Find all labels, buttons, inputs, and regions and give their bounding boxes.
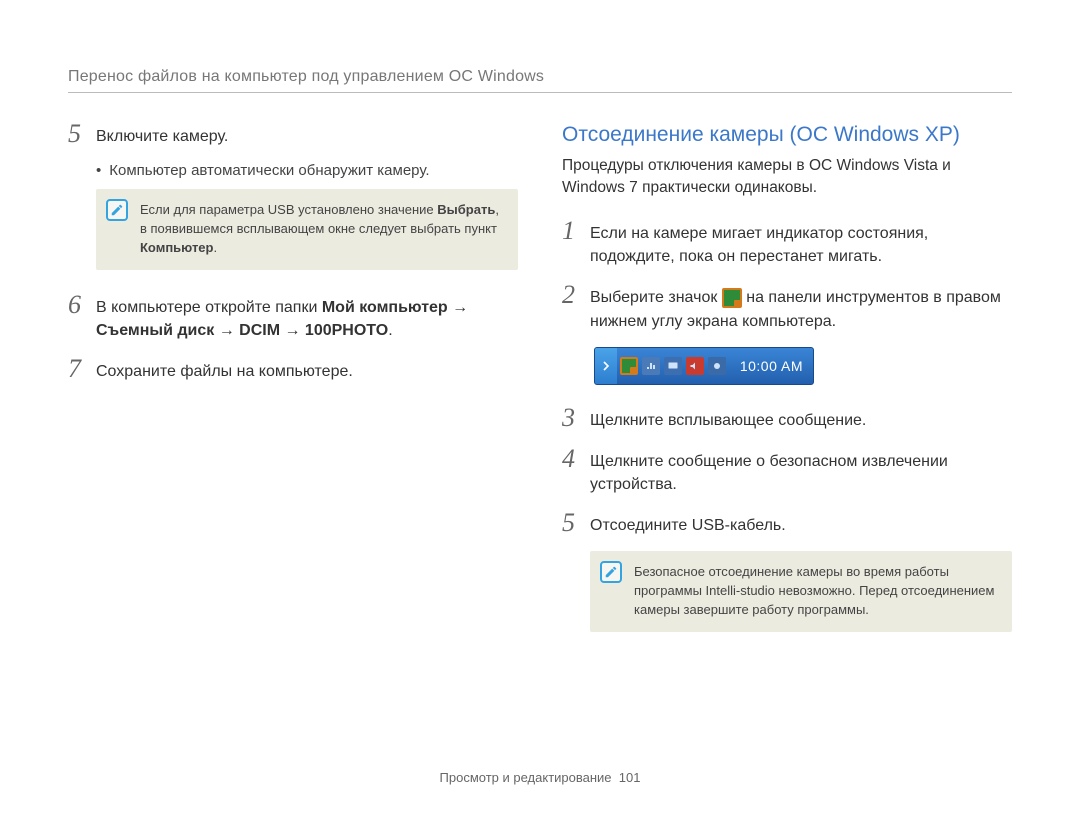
step-5-bullet: Компьютер автоматически обнаружит камеру… xyxy=(96,162,518,179)
note-box-right: Безопасное отсоединение камеры во время … xyxy=(590,551,1012,632)
step-4-right: 4 Щелкните сообщение о безопасном извлеч… xyxy=(562,446,1012,496)
page-header: Перенос файлов на компьютер под управлен… xyxy=(68,68,1012,93)
step-text: Щелкните всплывающее сообщение. xyxy=(590,405,866,432)
note-icon xyxy=(600,561,622,583)
step-number: 1 xyxy=(562,218,590,244)
note-box-left: Если для параметра USB установлено значе… xyxy=(96,189,518,270)
start-chevron-icon xyxy=(595,348,617,384)
volume-muted-icon xyxy=(686,357,704,375)
system-tray xyxy=(617,357,729,375)
step-text: Если на камере мигает индикатор состояни… xyxy=(590,218,1012,268)
step-number: 7 xyxy=(68,356,96,382)
page: Перенос файлов на компьютер под управлен… xyxy=(0,0,1080,815)
safely-remove-hardware-icon xyxy=(620,357,638,375)
note-text: Безопасное отсоединение камеры во время … xyxy=(634,564,994,617)
step-number: 2 xyxy=(562,282,590,308)
step-text: Включите камеру. xyxy=(96,121,228,148)
step-text: Щелкните сообщение о безопасном извлечен… xyxy=(590,446,1012,496)
page-footer: Просмотр и редактирование 101 xyxy=(0,770,1080,785)
display-icon xyxy=(664,357,682,375)
taskbar-screenshot: 10:00 AM xyxy=(594,347,1012,385)
step-5-left: 5 Включите камеру. xyxy=(68,121,518,148)
step-5-right: 5 Отсоедините USB-кабель. xyxy=(562,510,1012,537)
section-title: Отсоединение камеры (ОС Windows XP) xyxy=(562,123,1012,147)
step-number: 4 xyxy=(562,446,590,472)
safely-remove-hardware-icon xyxy=(722,288,742,308)
step-number: 5 xyxy=(68,121,96,147)
taskbar-clock: 10:00 AM xyxy=(730,358,813,374)
step-3-right: 3 Щелкните всплывающее сообщение. xyxy=(562,405,1012,432)
note-icon xyxy=(106,199,128,221)
step-text: В компьютере откройте папки Мой компьюте… xyxy=(96,292,518,342)
right-column: Отсоединение камеры (ОС Windows XP) Проц… xyxy=(562,121,1012,654)
network-icon xyxy=(642,357,660,375)
step-2-right: 2 Выберите значок на панели инструментов… xyxy=(562,282,1012,332)
windows-taskbar: 10:00 AM xyxy=(594,347,814,385)
pencil-icon xyxy=(604,565,618,579)
footer-page-number: 101 xyxy=(619,770,641,785)
step-text: Отсоедините USB-кабель. xyxy=(590,510,786,537)
content-columns: 5 Включите камеру. Компьютер автоматичес… xyxy=(68,121,1012,654)
step-text: Выберите значок на панели инструментов в… xyxy=(590,282,1012,332)
step-number: 3 xyxy=(562,405,590,431)
bullet-text: Компьютер автоматически обнаружит камеру… xyxy=(109,162,429,179)
step-7-left: 7 Сохраните файлы на компьютере. xyxy=(68,356,518,383)
step-6-left: 6 В компьютере откройте папки Мой компью… xyxy=(68,292,518,342)
section-intro: Процедуры отключения камеры в ОС Windows… xyxy=(562,155,1012,200)
tray-extra-icon xyxy=(708,357,726,375)
step-text: Сохраните файлы на компьютере. xyxy=(96,356,353,383)
step-number: 6 xyxy=(68,292,96,318)
footer-section: Просмотр и редактирование xyxy=(440,770,612,785)
step-number: 5 xyxy=(562,510,590,536)
step-1-right: 1 Если на камере мигает индикатор состоя… xyxy=(562,218,1012,268)
left-column: 5 Включите камеру. Компьютер автоматичес… xyxy=(68,121,518,654)
note-text: Если для параметра USB установлено значе… xyxy=(140,202,499,255)
pencil-icon xyxy=(110,203,124,217)
